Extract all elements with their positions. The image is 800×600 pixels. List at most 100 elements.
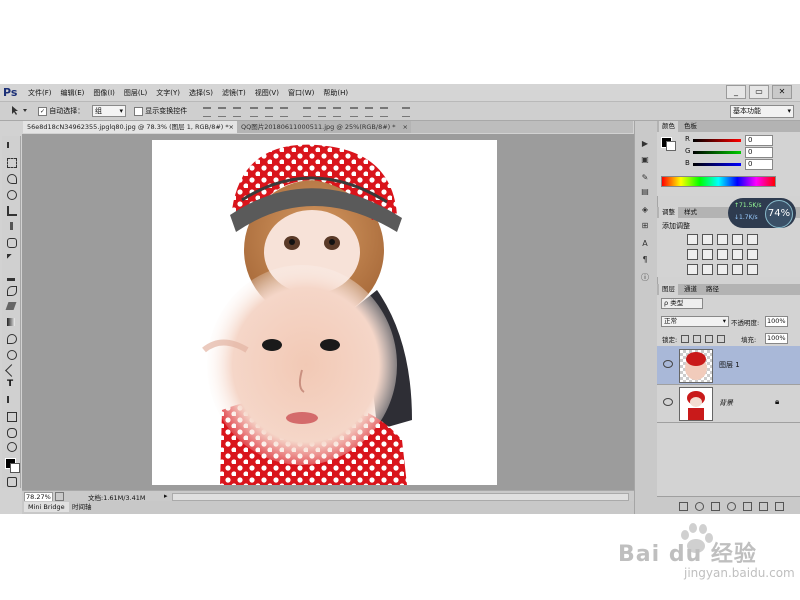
history-panel-icon[interactable]: ▶	[640, 139, 650, 149]
layer-row-layer1[interactable]: 图层 1	[657, 346, 800, 385]
type-tool-icon[interactable]: T	[7, 380, 15, 389]
tab-swatches[interactable]: 色板	[681, 121, 700, 132]
align-left-icon[interactable]	[250, 107, 258, 117]
color-balance-icon[interactable]	[702, 249, 713, 260]
selective-color-icon[interactable]	[747, 264, 758, 275]
menu-image[interactable]: 图像(I)	[93, 88, 115, 98]
align-hcenter-icon[interactable]	[265, 107, 273, 117]
marquee-tool-icon[interactable]	[7, 158, 17, 168]
network-speed-widget[interactable]: ↑71.5K/s ↓1.7K/s 74%	[728, 198, 796, 228]
brightness-contrast-icon[interactable]	[687, 234, 698, 245]
quick-select-tool-icon[interactable]	[7, 190, 17, 200]
new-adjustment-layer-icon[interactable]	[727, 502, 736, 511]
posterize-icon[interactable]	[702, 264, 713, 275]
auto-select-dropdown[interactable]: 组 ▾	[92, 105, 126, 117]
new-layer-icon[interactable]	[759, 502, 768, 511]
info-panel-icon[interactable]: ⓘ	[640, 273, 650, 283]
minimize-button[interactable]: _	[726, 85, 746, 99]
align-top-icon[interactable]	[203, 107, 211, 117]
menu-edit[interactable]: 编辑(E)	[61, 88, 85, 98]
crop-tool-icon[interactable]	[7, 206, 17, 216]
lock-transparent-icon[interactable]	[681, 335, 689, 343]
tab-mini-bridge[interactable]: Mini Bridge	[24, 502, 69, 512]
auto-align-icon[interactable]	[402, 107, 410, 117]
channel-b-field[interactable]: 0	[745, 159, 773, 170]
transform-controls-checkbox[interactable]: 显示变换控件	[134, 106, 187, 116]
black-white-icon[interactable]	[717, 249, 728, 260]
pen-tool-icon[interactable]	[5, 364, 18, 377]
tab-layers[interactable]: 图层	[659, 284, 678, 295]
character-panel-icon[interactable]: A	[640, 239, 650, 249]
tab-document-1[interactable]: 56e8d18cN34962355.jpglq80.jpg @ 78.3% (图…	[23, 121, 237, 133]
eyedropper-tool-icon[interactable]	[10, 222, 13, 230]
path-select-tool-icon[interactable]	[7, 396, 17, 403]
move-tool-icon[interactable]	[7, 142, 17, 148]
exposure-icon[interactable]	[732, 234, 743, 245]
export-icon[interactable]	[55, 492, 64, 501]
channel-r-slider[interactable]	[693, 139, 741, 142]
background-color-swatch[interactable]	[10, 463, 20, 473]
trash-icon[interactable]	[775, 502, 784, 511]
auto-select-checkbox[interactable]: ✓ 自动选择：	[38, 106, 84, 116]
quick-mask-icon[interactable]	[7, 477, 17, 487]
tab-paths[interactable]: 路径	[703, 284, 722, 295]
tab-channels[interactable]: 通道	[681, 284, 700, 295]
channel-b-slider[interactable]	[693, 163, 741, 166]
align-vcenter-icon[interactable]	[218, 107, 226, 117]
zoom-tool-icon[interactable]	[7, 442, 17, 452]
dodge-tool-icon[interactable]	[7, 350, 17, 360]
fill-field[interactable]: 100%	[765, 333, 788, 344]
gradient-map-icon[interactable]	[732, 264, 743, 275]
visibility-eye-icon[interactable]	[663, 360, 673, 368]
levels-icon[interactable]	[702, 234, 713, 245]
healing-brush-tool-icon[interactable]	[7, 238, 17, 248]
menu-file[interactable]: 文件(F)	[28, 88, 52, 98]
distribute-bottom-icon[interactable]	[333, 107, 341, 117]
visibility-eye-icon[interactable]	[663, 398, 673, 406]
new-group-icon[interactable]	[743, 502, 752, 511]
menu-layer[interactable]: 图层(L)	[124, 88, 147, 98]
clone-stamp-tool-icon[interactable]	[7, 270, 15, 281]
blur-tool-icon[interactable]	[7, 334, 17, 344]
shape-tool-icon[interactable]	[7, 412, 17, 422]
canvas-area[interactable]	[22, 134, 634, 490]
lock-position-icon[interactable]	[705, 335, 713, 343]
align-bottom-icon[interactable]	[233, 107, 241, 117]
add-mask-icon[interactable]	[711, 502, 720, 511]
paragraph-panel-icon[interactable]: ¶	[640, 255, 650, 265]
brush-panel-icon[interactable]: ✎	[640, 173, 650, 183]
workspace-dropdown[interactable]: 基本功能 ▾	[730, 105, 794, 118]
menu-filter[interactable]: 滤镜(T)	[222, 88, 246, 98]
invert-icon[interactable]	[687, 264, 698, 275]
channel-g-slider[interactable]	[693, 151, 741, 154]
blend-mode-dropdown[interactable]: 正常 ▾	[661, 316, 729, 327]
layer-name[interactable]: 图层 1	[719, 360, 740, 370]
color-spectrum-ramp[interactable]	[661, 176, 776, 187]
clone-source-icon[interactable]: ◈	[640, 205, 650, 215]
menu-select[interactable]: 选择(S)	[189, 88, 213, 98]
gradient-tool-icon[interactable]	[7, 318, 15, 326]
curves-icon[interactable]	[717, 234, 728, 245]
lock-pixels-icon[interactable]	[693, 335, 701, 343]
tool-presets-icon[interactable]: ⊞	[640, 221, 650, 231]
brush-presets-icon[interactable]: ▤	[640, 187, 650, 197]
tab-document-2[interactable]: QQ图片20180611000511.jpg @ 25%(RGB/8#) * ×	[237, 121, 411, 133]
layer-filter-dropdown[interactable]: ρ 类型	[661, 298, 703, 309]
background-color-swatch[interactable]	[666, 141, 676, 151]
vibrance-icon[interactable]	[747, 234, 758, 245]
menu-type[interactable]: 文字(Y)	[156, 88, 180, 98]
layer-style-icon[interactable]	[695, 502, 704, 511]
hand-tool-icon[interactable]	[7, 428, 17, 438]
distribute-right-icon[interactable]	[380, 107, 388, 117]
actions-panel-icon[interactable]: ▣	[640, 155, 650, 165]
eraser-tool-icon[interactable]	[5, 302, 17, 310]
distribute-top-icon[interactable]	[303, 107, 311, 117]
photo-filter-icon[interactable]	[732, 249, 743, 260]
channel-g-field[interactable]: 0	[745, 147, 773, 158]
channel-r-field[interactable]: 0	[745, 135, 773, 146]
menu-view[interactable]: 视图(V)	[255, 88, 279, 98]
history-brush-tool-icon[interactable]	[7, 286, 17, 296]
threshold-icon[interactable]	[717, 264, 728, 275]
distribute-left-icon[interactable]	[350, 107, 358, 117]
tab-styles[interactable]: 样式	[681, 207, 700, 218]
